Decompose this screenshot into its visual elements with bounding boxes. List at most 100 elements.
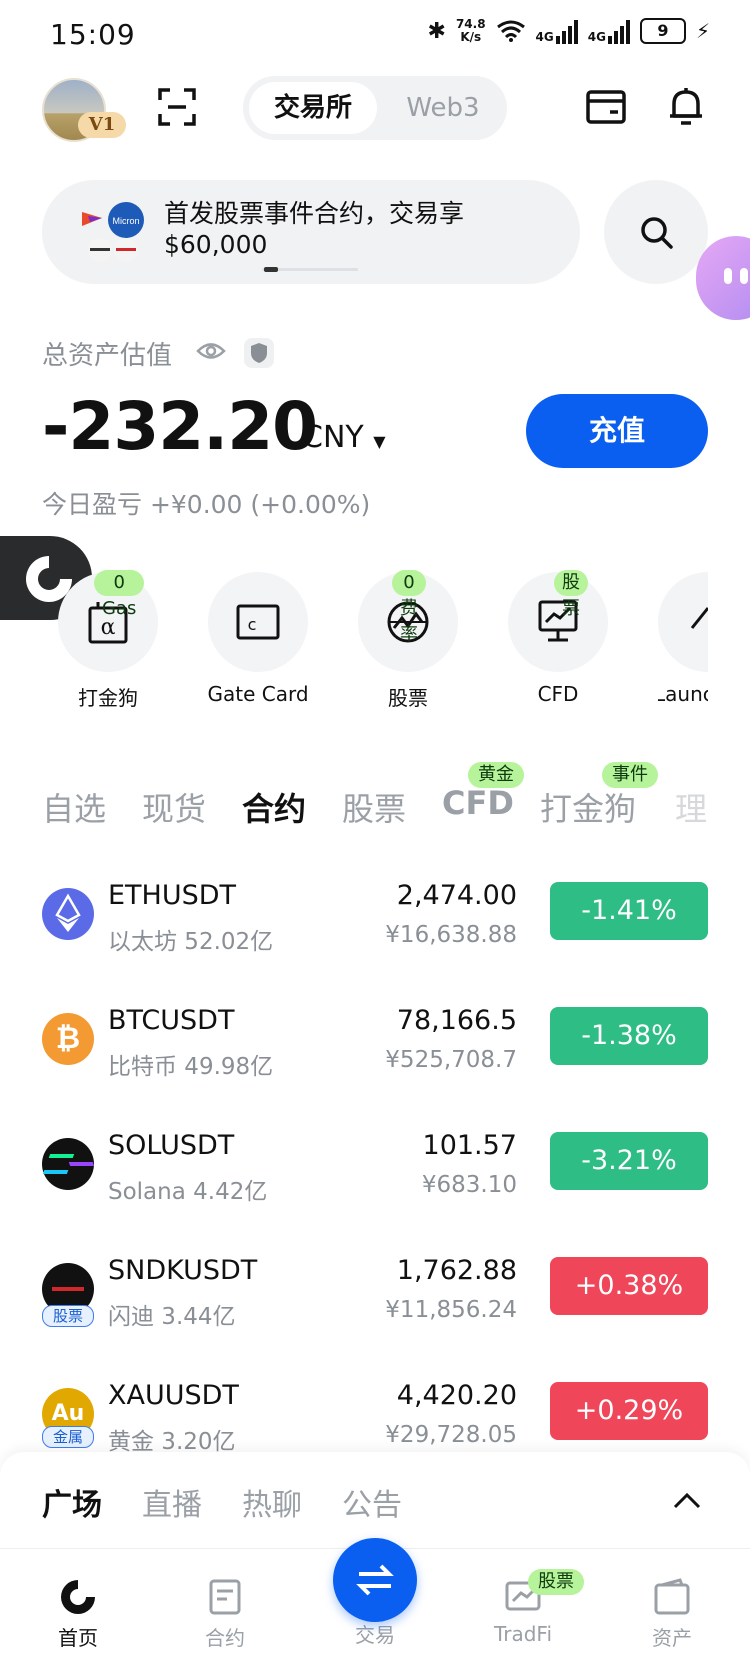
market-row[interactable]: ETHUSDT 以太坊 52.02亿 2,474.00 ¥16,638.88 -… bbox=[0, 880, 750, 990]
tab-futures[interactable]: 合约 bbox=[242, 784, 306, 830]
tab-cfd[interactable]: CFD bbox=[442, 784, 514, 822]
tab-chat[interactable]: 热聊 bbox=[242, 1480, 302, 1524]
banner-pager-active bbox=[264, 267, 278, 272]
metal-tag: 金属 bbox=[42, 1426, 94, 1448]
vip-badge[interactable]: V1 bbox=[78, 112, 126, 138]
tab-live[interactable]: 直播 bbox=[142, 1480, 202, 1524]
tab-tag-gold: 黄金 bbox=[468, 762, 524, 788]
nav-home[interactable]: 首页 bbox=[18, 1577, 138, 1651]
shortcut-launchpad[interactable]: Launc bbox=[658, 572, 708, 722]
nav-label: 交易 bbox=[355, 1623, 395, 1647]
market-price: 101.57 bbox=[422, 1130, 517, 1161]
nav-label: 合约 bbox=[205, 1626, 245, 1650]
home-icon bbox=[61, 1580, 95, 1614]
svg-text:c: c bbox=[248, 615, 257, 634]
nav-label: 资产 bbox=[652, 1626, 692, 1650]
asset-label: 总资产估值 bbox=[42, 341, 173, 371]
shield-icon[interactable] bbox=[244, 338, 274, 368]
shortcut-label: Gate Card bbox=[207, 682, 309, 706]
market-symbol: SNDKUSDT bbox=[108, 1255, 258, 1286]
scan-icon[interactable] bbox=[158, 88, 196, 126]
nav-label: TradFi bbox=[493, 1622, 553, 1646]
market-price: 2,474.00 bbox=[396, 880, 517, 911]
caret-down-icon: ▼ bbox=[373, 432, 386, 451]
deposit-button[interactable]: 充值 bbox=[526, 394, 708, 468]
search-button[interactable] bbox=[604, 180, 708, 284]
nav-futures[interactable]: 合约 bbox=[165, 1577, 285, 1651]
search-icon bbox=[641, 217, 673, 249]
change-badge[interactable]: +0.38% bbox=[550, 1257, 708, 1315]
today-pnl: 今日盈亏 +¥0.00 (+0.00%) bbox=[42, 490, 371, 519]
promo-banner[interactable]: Micron 首发股票事件合约，交易享 $60,000 bbox=[42, 180, 580, 284]
card-icon[interactable] bbox=[586, 90, 626, 124]
battery-indicator: 9 bbox=[639, 18, 686, 44]
tab-favorites[interactable]: 自选 bbox=[42, 784, 106, 830]
chevron-up-icon[interactable] bbox=[672, 1492, 702, 1510]
market-price: 78,166.5 bbox=[396, 1005, 517, 1036]
market-sub: 以太坊 52.02亿 bbox=[108, 929, 274, 955]
status-icons: ✱ 74.8 K/s 4G 4G 9 ⚡ bbox=[427, 18, 710, 44]
shortcut-label: Launc bbox=[658, 682, 708, 706]
sol-icon bbox=[42, 1138, 95, 1190]
bluetooth-icon: ✱ bbox=[427, 18, 446, 44]
signal-1: 4G bbox=[536, 18, 578, 44]
svg-text:Micron: Micron bbox=[112, 216, 139, 226]
currency-selector[interactable]: CNY ▼ bbox=[302, 420, 386, 455]
rocket-icon bbox=[690, 607, 708, 629]
tab-spot[interactable]: 现货 bbox=[142, 784, 206, 830]
futures-icon bbox=[209, 1579, 241, 1615]
market-row[interactable]: SOLUSDT Solana 4.42亿 101.57 ¥683.10 -3.2… bbox=[0, 1130, 750, 1240]
tab-web3[interactable]: Web3 bbox=[383, 82, 503, 134]
market-row[interactable]: ₿ BTCUSDT 比特币 49.98亿 78,166.5 ¥525,708.7… bbox=[0, 1005, 750, 1115]
shortcut-label: CFD bbox=[537, 682, 579, 706]
nav-assets[interactable]: 资产 bbox=[612, 1577, 732, 1651]
market-cny: ¥16,638.88 bbox=[385, 922, 517, 948]
status-time: 15:09 bbox=[50, 18, 136, 51]
banner-text: 首发股票事件合约，交易享 $60,000 bbox=[164, 199, 465, 259]
market-row[interactable]: Au 金属 XAUUSDT 黄金 3.20亿 4,420.20 ¥29,728.… bbox=[0, 1380, 750, 1452]
change-badge[interactable]: -3.21% bbox=[550, 1132, 708, 1190]
tab-exchange[interactable]: 交易所 bbox=[249, 82, 377, 134]
change-badge[interactable]: +0.29% bbox=[550, 1382, 708, 1440]
market-cny: ¥29,728.05 bbox=[385, 1422, 517, 1448]
stock-tag: 股票 bbox=[42, 1305, 94, 1327]
market-cny: ¥683.10 bbox=[421, 1172, 517, 1198]
signal-2: 4G bbox=[588, 18, 630, 44]
tab-tag-event: 事件 bbox=[602, 762, 658, 788]
market-symbol: BTCUSDT bbox=[108, 1005, 235, 1036]
tab-finance[interactable]: 理 bbox=[675, 784, 710, 830]
exchange-toggle: 交易所 Web3 bbox=[243, 76, 507, 140]
feed-panel: 广场 直播 热聊 公告 bbox=[0, 1452, 750, 1548]
tab-square[interactable]: 广场 bbox=[42, 1480, 102, 1524]
tab-stocks[interactable]: 股票 bbox=[342, 784, 406, 830]
eye-icon[interactable] bbox=[196, 340, 226, 362]
market-sub: Solana 4.42亿 bbox=[108, 1179, 268, 1205]
tab-announcement[interactable]: 公告 bbox=[342, 1480, 402, 1524]
market-cny: ¥525,708.7 bbox=[385, 1047, 517, 1073]
charging-icon: ⚡ bbox=[695, 19, 710, 43]
market-price: 4,420.20 bbox=[396, 1380, 517, 1411]
market-symbol: XAUUSDT bbox=[108, 1380, 239, 1411]
banner-logo: Micron bbox=[80, 198, 146, 264]
market-cny: ¥11,856.24 bbox=[385, 1297, 517, 1323]
gate-card-icon: c bbox=[236, 604, 280, 640]
tab-dajingou[interactable]: 打金狗 bbox=[540, 784, 636, 830]
nav-trade[interactable]: 交易 bbox=[315, 1619, 435, 1648]
market-symbol: ETHUSDT bbox=[108, 880, 237, 911]
shortcut-label: 打金狗 bbox=[78, 686, 138, 710]
wifi-icon bbox=[496, 20, 525, 42]
shortcut-tag: 0 费率 bbox=[392, 570, 426, 645]
trade-fab-button[interactable] bbox=[333, 1538, 417, 1622]
eth-icon bbox=[42, 888, 94, 940]
shortcut-label: 股票 bbox=[388, 686, 428, 710]
market-row[interactable]: 股票 SNDKUSDT 闪迪 3.44亿 1,762.88 ¥11,856.24… bbox=[0, 1255, 750, 1365]
market-sub: 闪迪 3.44亿 bbox=[108, 1304, 236, 1330]
change-badge[interactable]: -1.41% bbox=[550, 882, 708, 940]
shortcut-tag: 股票 bbox=[554, 570, 588, 619]
shortcut-tag: 0 Gas bbox=[94, 570, 145, 619]
market-sub: 黄金 3.20亿 bbox=[108, 1429, 236, 1452]
swap-arrows-icon bbox=[356, 1564, 394, 1596]
bell-icon[interactable] bbox=[666, 86, 706, 126]
market-sub: 比特币 49.98亿 bbox=[108, 1054, 274, 1080]
change-badge[interactable]: -1.38% bbox=[550, 1007, 708, 1065]
